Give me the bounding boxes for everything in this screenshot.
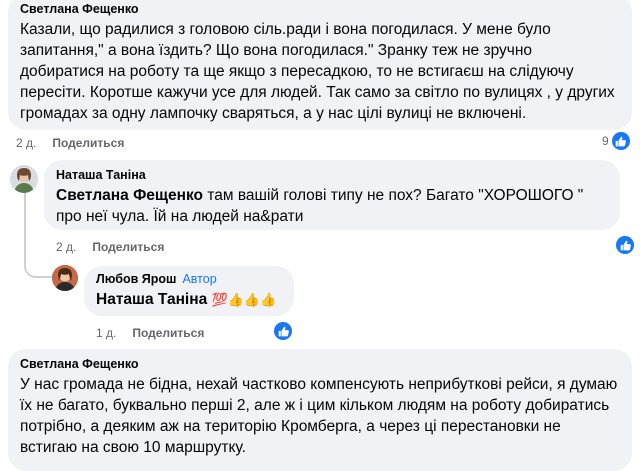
emoji-reactions: 💯👍👍👍 bbox=[211, 293, 277, 308]
share-link[interactable]: Поделиться bbox=[92, 240, 164, 254]
reaction-count: 9 bbox=[602, 134, 609, 148]
comment-author[interactable]: Любов Ярош bbox=[96, 272, 176, 286]
mention-link[interactable]: Светлана Фещенко bbox=[56, 187, 203, 204]
reaction-badge[interactable]: 9 bbox=[602, 132, 630, 150]
author-badge: Автор bbox=[182, 272, 217, 286]
comment-timestamp[interactable]: 2 д. bbox=[16, 136, 36, 150]
comment-author-line: Любов Ярош Автор bbox=[96, 272, 282, 286]
comment-meta-3: 1 д. Поделиться bbox=[96, 326, 204, 340]
comment-text: Светлана Фещенко там вашій голові типу н… bbox=[56, 185, 608, 227]
comment-bubble-2: Наташа Таніна Светлана Фещенко там вашій… bbox=[44, 160, 620, 230]
reaction-badge[interactable] bbox=[616, 236, 634, 254]
comment-text: Наташа Таніна 💯👍👍👍 bbox=[96, 289, 282, 311]
comment-author[interactable]: Светлана Фещенко bbox=[20, 2, 620, 16]
comment-timestamp[interactable]: 1 д. bbox=[96, 326, 116, 340]
avatar[interactable] bbox=[10, 165, 38, 193]
mention-link[interactable]: Наташа Таніна bbox=[96, 291, 207, 308]
comment-author[interactable]: Светлана Фещенко bbox=[20, 357, 620, 371]
comment-text: Казали, що радилися з головою сіль.ради … bbox=[20, 21, 615, 122]
share-link[interactable]: Поделиться bbox=[52, 136, 124, 150]
comment-meta-2: 2 д. Поделиться bbox=[56, 240, 164, 254]
comment-bubble-4: Светлана Фещенко У нас громада не бідна,… bbox=[8, 349, 632, 471]
comment-text: У нас громада не бідна, нехай частково к… bbox=[20, 376, 618, 456]
comment-timestamp[interactable]: 2 д. bbox=[56, 240, 76, 254]
comment-meta-1: 2 д. Поделиться bbox=[16, 136, 124, 150]
share-link[interactable]: Поделиться bbox=[132, 326, 204, 340]
comment-author[interactable]: Наташа Таніна bbox=[56, 168, 608, 182]
avatar[interactable] bbox=[52, 265, 78, 291]
like-icon bbox=[611, 132, 630, 150]
reaction-badge[interactable] bbox=[274, 322, 292, 340]
comment-bubble-3: Любов Ярош Автор Наташа Таніна 💯👍👍👍 bbox=[84, 266, 294, 316]
like-icon bbox=[616, 236, 634, 254]
comment-bubble-1: Светлана Фещенко Казали, що радилися з г… bbox=[8, 0, 632, 130]
like-icon bbox=[274, 322, 292, 340]
